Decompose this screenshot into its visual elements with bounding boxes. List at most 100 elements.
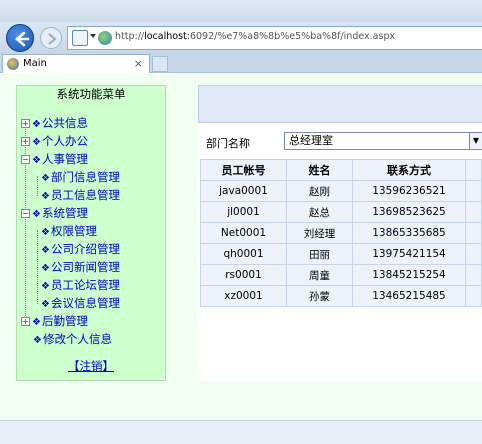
cell-extra [466, 244, 481, 264]
diamond-icon: ❖ [33, 335, 42, 346]
diamond-icon: ❖ [32, 119, 41, 130]
sidebar-item-public-info[interactable]: + ❖公共信息 [21, 114, 88, 132]
back-arrow-icon [15, 31, 30, 47]
address-bar[interactable]: http://localhost:6092/%e7%a8%8b%e5%ba%8f… [67, 26, 482, 50]
collapse-minus-icon[interactable]: − [21, 155, 30, 164]
diamond-icon: ❖ [41, 173, 50, 184]
column-header-name: 姓名 [287, 160, 352, 180]
ie-tab-icon [7, 58, 19, 70]
collapse-minus-icon[interactable]: − [21, 209, 30, 218]
address-prefix: http:// [115, 31, 145, 42]
sidebar-item-company-news[interactable]: ❖公司新闻管理 [41, 258, 120, 276]
expand-plus-icon[interactable]: + [21, 137, 30, 146]
cell-phone: 13465215485 [353, 286, 465, 306]
sidebar-title: 系统功能菜单 [56, 87, 126, 101]
sidebar-menu: 系统功能菜单 + ❖公共信息 + ❖个人办公 − ❖人事管理 ❖部门信息管理 ❖员工信… [16, 85, 166, 381]
diamond-icon: ❖ [41, 281, 50, 292]
table-row[interactable]: qh0001 田丽 13975421154 [201, 244, 481, 264]
sidebar-item-company-intro[interactable]: ❖公司介绍管理 [41, 240, 120, 258]
address-text[interactable]: http://localhost:6092/%e7%a8%8b%e5%ba%8f… [115, 31, 395, 42]
dropdown-arrow-icon[interactable] [90, 34, 96, 38]
site-compat-icon[interactable] [72, 30, 88, 46]
sidebar-item-hr-management[interactable]: − ❖人事管理 [21, 150, 88, 168]
table-row[interactable]: java0001 赵刚 13596236521 [201, 181, 481, 201]
tree-line [37, 176, 38, 196]
cell-phone: 13865335685 [353, 223, 465, 243]
close-tab-icon[interactable]: × [134, 57, 143, 70]
sidebar-item-logistics[interactable]: + ❖后勤管理 [21, 312, 88, 330]
diamond-icon: ❖ [41, 227, 50, 238]
address-host: localhost [144, 31, 187, 42]
status-bar [0, 420, 482, 444]
browser-navbar: http://localhost:6092/%e7%a8%8b%e5%ba%8f… [0, 22, 482, 52]
cell-name: 刘经理 [287, 223, 352, 243]
cell-name: 孙蒙 [287, 286, 352, 306]
department-select[interactable]: 总经理室 ▼ [284, 132, 482, 150]
cell-account: rs0001 [201, 265, 286, 285]
table-row[interactable]: xz0001 孙蒙 13465215485 [201, 286, 481, 306]
column-header-phone: 联系方式 [353, 160, 465, 180]
table-row[interactable]: Net0001 刘经理 13865335685 [201, 223, 481, 243]
cell-phone: 13596236521 [353, 181, 465, 201]
cell-extra [466, 181, 481, 201]
diamond-icon: ❖ [41, 263, 50, 274]
cell-extra [466, 223, 481, 243]
cell-phone: 13845215254 [353, 265, 465, 285]
cell-name: 周童 [287, 265, 352, 285]
sidebar-item-permissions[interactable]: ❖权限管理 [41, 222, 97, 240]
logout-link[interactable]: 【注销】 [17, 358, 165, 374]
cell-name: 田丽 [287, 244, 352, 264]
expand-plus-icon[interactable]: + [21, 317, 30, 326]
tab-main[interactable]: Main × [2, 54, 150, 73]
sidebar-item-edit-profile[interactable]: ❖修改个人信息 [33, 330, 112, 348]
cell-extra [466, 286, 481, 306]
tab-bar: Main × [0, 52, 482, 73]
cell-account: java0001 [201, 181, 286, 201]
sidebar-item-personal-office[interactable]: + ❖个人办公 [21, 132, 88, 150]
expand-plus-icon[interactable]: + [21, 119, 30, 128]
content-banner [198, 85, 482, 123]
sidebar-item-system-management[interactable]: − ❖系统管理 [21, 204, 88, 222]
diamond-icon: ❖ [32, 155, 41, 166]
employee-table: 员工帐号 姓名 联系方式 java0001 赵刚 13596236521 jl0… [200, 159, 482, 307]
chevron-down-icon[interactable]: ▼ [469, 133, 482, 149]
cell-phone: 13698523625 [353, 202, 465, 222]
column-header-extra [466, 160, 481, 180]
department-filter: 部门名称 总经理室 ▼ [198, 131, 482, 153]
main-panel: 部门名称 总经理室 ▼ 员工帐号 姓名 联系方式 java0001 赵刚 135 [198, 85, 482, 381]
cell-name: 赵刚 [287, 181, 352, 201]
table-row[interactable]: jl0001 赵总 13698523625 [201, 202, 481, 222]
diamond-icon: ❖ [41, 299, 50, 310]
diamond-icon: ❖ [32, 209, 41, 220]
new-tab-button[interactable] [152, 56, 168, 72]
department-label: 部门名称 [206, 137, 250, 150]
tree-line [37, 230, 38, 304]
diamond-icon: ❖ [41, 191, 50, 202]
address-path: :6092/%e7%a8%8b%e5%ba%8f/index.aspx [186, 31, 396, 42]
browser-titlebar [0, 0, 482, 22]
cell-account: xz0001 [201, 286, 286, 306]
table-row[interactable]: rs0001 周童 13845215254 [201, 265, 481, 285]
table-header-row: 员工帐号 姓名 联系方式 [201, 160, 481, 180]
cell-account: Net0001 [201, 223, 286, 243]
cell-extra [466, 265, 481, 285]
sidebar-item-staff-info[interactable]: ❖员工信息管理 [41, 186, 120, 204]
forward-arrow-icon [48, 33, 57, 45]
cell-extra [466, 202, 481, 222]
back-button[interactable] [6, 24, 34, 52]
department-select-value: 总经理室 [289, 134, 333, 147]
diamond-icon: ❖ [32, 317, 41, 328]
page-content: 系统功能菜单 + ❖公共信息 + ❖个人办公 − ❖人事管理 ❖部门信息管理 ❖员工信… [0, 74, 482, 420]
diamond-icon: ❖ [41, 245, 50, 256]
tab-title: Main [23, 58, 47, 69]
page-globe-icon [98, 31, 112, 45]
column-header-account: 员工帐号 [201, 160, 286, 180]
sidebar-item-staff-forum[interactable]: ❖员工论坛管理 [41, 276, 120, 294]
diamond-icon: ❖ [32, 137, 41, 148]
cell-name: 赵总 [287, 202, 352, 222]
forward-button[interactable] [40, 27, 62, 49]
sidebar-item-meeting-info[interactable]: ❖会议信息管理 [41, 294, 120, 312]
sidebar-item-dept-info[interactable]: ❖部门信息管理 [41, 168, 120, 186]
cell-phone: 13975421154 [353, 244, 465, 264]
cell-account: qh0001 [201, 244, 286, 264]
